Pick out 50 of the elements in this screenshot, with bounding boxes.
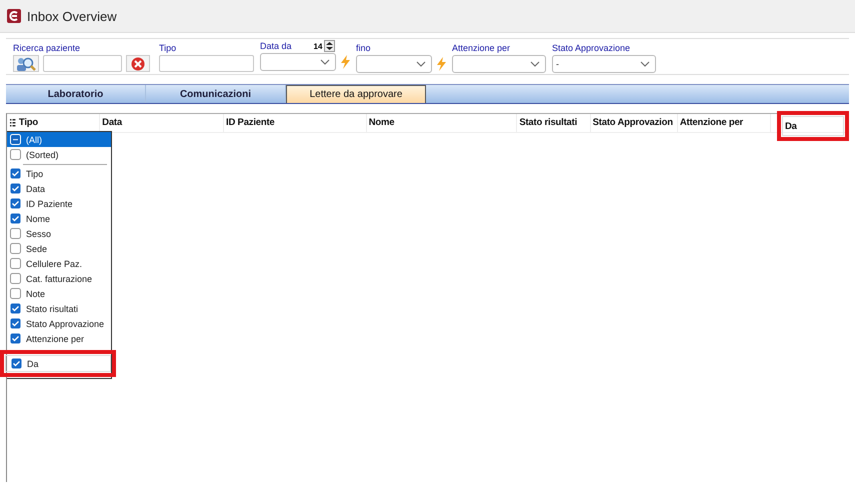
spinner-arrows-icon xyxy=(324,40,336,52)
patient-search-button[interactable] xyxy=(13,55,39,72)
chevron-down-icon xyxy=(530,61,540,67)
column-option[interactable]: Sede xyxy=(7,241,111,256)
filter-label: Attenzione per xyxy=(452,43,510,53)
filter-label: Stato Approvazione xyxy=(552,43,630,53)
column-option[interactable]: Tipo xyxy=(7,166,111,181)
filter-label: Data da xyxy=(260,41,292,51)
filter-label: Tipo xyxy=(159,43,176,53)
column-option[interactable]: (Sorted) xyxy=(7,147,111,162)
column-header[interactable]: Stato risultati xyxy=(517,114,591,132)
column-option[interactable]: Da xyxy=(5,355,111,372)
column-header[interactable]: Attenzione per xyxy=(678,114,771,132)
window-title: Inbox Overview xyxy=(27,8,117,24)
lightning-icon xyxy=(436,57,446,71)
column-option[interactable]: Note xyxy=(7,286,111,301)
close-circle-icon xyxy=(131,56,145,70)
days-spinner[interactable]: 14 xyxy=(314,40,336,52)
column-option[interactable]: Data xyxy=(7,181,111,196)
app-logo-icon xyxy=(7,9,21,23)
patient-search-field[interactable] xyxy=(43,55,122,72)
chevron-down-icon xyxy=(320,59,330,65)
column-header[interactable]: Stato Approvazion xyxy=(590,114,678,132)
people-search-icon xyxy=(16,56,36,72)
column-header[interactable]: ID Paziente xyxy=(224,114,367,132)
column-option[interactable]: ID Paziente xyxy=(7,196,111,211)
tab[interactable]: Lettere da approvare xyxy=(286,85,426,103)
column-option[interactable]: Nome xyxy=(7,211,111,226)
clear-button[interactable] xyxy=(126,55,150,72)
chevron-down-icon xyxy=(640,61,650,67)
column-option[interactable]: Cellulere Paz. xyxy=(7,256,111,271)
chevron-down-icon xyxy=(416,61,426,67)
filter-label: fino xyxy=(356,43,371,53)
column-header[interactable]: Da xyxy=(782,116,844,136)
filter-label: Ricerca paziente xyxy=(13,43,80,53)
date-to-dropdown[interactable] xyxy=(356,55,432,73)
tipo-field[interactable] xyxy=(159,55,254,72)
column-chooser-icon xyxy=(9,118,17,128)
lightning-icon xyxy=(340,55,350,69)
column-option[interactable]: Sesso xyxy=(7,226,111,241)
attention-dropdown[interactable] xyxy=(452,55,546,73)
column-option[interactable]: (All) xyxy=(7,132,111,147)
date-from-dropdown[interactable] xyxy=(260,53,336,71)
approval-status-dropdown[interactable]: - xyxy=(552,55,656,73)
column-option[interactable]: Attenzione per xyxy=(7,331,111,346)
tab[interactable]: Laboratorio xyxy=(6,85,146,103)
column-option[interactable]: Stato risultati xyxy=(7,301,111,316)
column-option[interactable]: Stato Approvazione xyxy=(7,316,111,331)
column-header[interactable]: Nome xyxy=(366,114,518,132)
column-option[interactable]: Cat. fatturazione xyxy=(7,271,111,286)
